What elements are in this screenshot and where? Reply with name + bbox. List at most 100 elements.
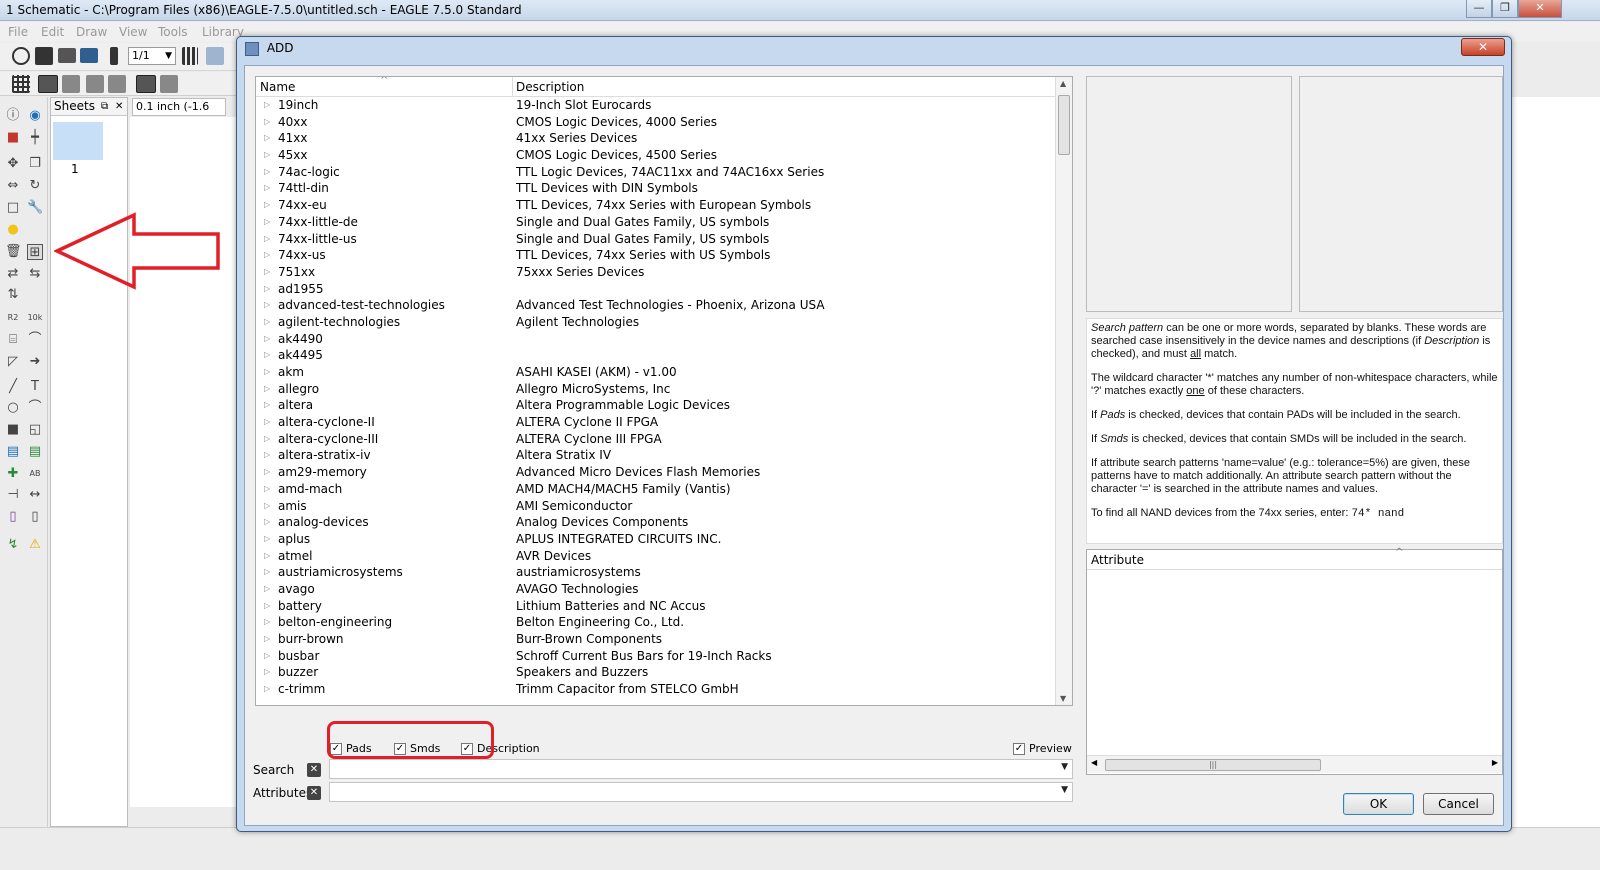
wire-icon[interactable]: ╱ xyxy=(5,379,21,395)
library-row[interactable]: ▷ analog-devices Analog Devices Components xyxy=(256,514,1056,531)
mark-icon[interactable]: ┿ xyxy=(27,130,43,146)
window-layout-4-icon[interactable] xyxy=(136,75,156,93)
expand-arrow-icon[interactable]: ▷ xyxy=(264,447,270,464)
attribute-hscrollbar[interactable]: ◀ ||| ▶ xyxy=(1087,755,1502,773)
library-row[interactable]: ▷ belton-engineering Belton Engineering Co… xyxy=(256,614,1056,631)
attribute-column-header[interactable]: Attribute ^ xyxy=(1087,547,1502,570)
library-row[interactable]: ▷ austriamicrosystems austriamicrosystems xyxy=(256,564,1056,581)
library-row[interactable]: ▷ 751xx 75xxx Series Devices xyxy=(256,264,1056,281)
hscroll-thumb[interactable]: ||| xyxy=(1105,759,1321,771)
library-row[interactable]: ▷ altera-cyclone-III ALTERA Cyclone III FP… xyxy=(256,431,1056,448)
library-row[interactable]: ▷ 40xx CMOS Logic Devices, 4000 Series xyxy=(256,114,1056,131)
expand-arrow-icon[interactable]: ▷ xyxy=(264,648,270,665)
junction-icon[interactable]: ✚ xyxy=(5,466,21,482)
scroll-thumb[interactable] xyxy=(1058,95,1070,155)
attribute-table[interactable]: Attribute ^ ◀ ||| ▶ xyxy=(1086,547,1503,775)
expand-arrow-icon[interactable]: ▷ xyxy=(264,431,270,448)
library-row[interactable]: ▷ 74ttl-din TTL Devices with DIN Symbols xyxy=(256,180,1056,197)
library-row[interactable]: ▷ amd-mach AMD MACH4/MACH5 Family (Vantis) xyxy=(256,481,1056,498)
library-row[interactable]: ▷ 74xx-eu TTL Devices, 74xx Series with Eu… xyxy=(256,197,1056,214)
menu-draw[interactable]: Draw xyxy=(76,25,107,39)
menu-tools[interactable]: Tools xyxy=(158,25,188,39)
scroll-left-icon[interactable]: ◀ xyxy=(1091,758,1097,767)
arc-icon[interactable]: ⌒ xyxy=(27,400,43,416)
library-row[interactable]: ▷ am29-memory Advanced Micro Devices Flash… xyxy=(256,464,1056,481)
value-icon[interactable]: 10k xyxy=(27,310,43,326)
menu-view[interactable]: View xyxy=(119,25,147,39)
column-separator[interactable] xyxy=(512,77,513,97)
library-row[interactable]: ▷ amis AMI Semiconductor xyxy=(256,498,1056,515)
library-row[interactable]: ▷ allegro Allegro MicroSystems, Inc xyxy=(256,381,1056,398)
expand-arrow-icon[interactable]: ▷ xyxy=(264,464,270,481)
minimize-button[interactable]: — xyxy=(1466,0,1492,18)
expand-arrow-icon[interactable]: ▷ xyxy=(264,297,270,314)
ok-button[interactable]: OK xyxy=(1343,793,1414,815)
library-row[interactable]: ▷ avago AVAGO Technologies xyxy=(256,581,1056,598)
menu-file[interactable]: File xyxy=(8,25,28,39)
sheet-thumbnail[interactable] xyxy=(53,122,103,160)
expand-arrow-icon[interactable]: ▷ xyxy=(264,147,270,164)
attributes-dropdown-icon[interactable]: ▼ xyxy=(1061,785,1068,795)
expand-arrow-icon[interactable]: ▷ xyxy=(264,414,270,431)
library-row[interactable]: ▷ ak4490 xyxy=(256,331,1056,348)
library-row[interactable]: ▷ 19inch 19-Inch Slot Eurocards xyxy=(256,97,1056,114)
bus-icon[interactable]: ▤ xyxy=(5,444,21,460)
script-run-icon[interactable] xyxy=(206,47,224,65)
expand-arrow-icon[interactable]: ▷ xyxy=(264,281,270,298)
change-icon[interactable]: 🔧 xyxy=(27,200,43,216)
column-name[interactable]: Name xyxy=(260,80,295,94)
cam-icon[interactable] xyxy=(80,48,98,63)
expand-arrow-icon[interactable]: ▷ xyxy=(264,514,270,531)
library-row[interactable]: ▷ 74xx-little-us Single and Dual Gates Fam… xyxy=(256,231,1056,248)
text-icon[interactable]: T xyxy=(27,379,43,395)
save-icon[interactable] xyxy=(35,47,53,65)
close-icon[interactable]: ✕ xyxy=(115,98,123,115)
expand-arrow-icon[interactable]: ▷ xyxy=(264,614,270,631)
expand-arrow-icon[interactable]: ▷ xyxy=(264,180,270,197)
library-row[interactable]: ▷ advanced-test-technologies Advanced Test… xyxy=(256,297,1056,314)
rotate-icon[interactable]: ↻ xyxy=(27,178,43,194)
module-icon[interactable]: ▯ xyxy=(27,509,43,525)
expand-arrow-icon[interactable]: ▷ xyxy=(264,347,270,364)
search-dropdown-icon[interactable]: ▼ xyxy=(1061,762,1068,772)
close-button[interactable]: ✕ xyxy=(1518,0,1562,18)
name-icon[interactable]: R2 xyxy=(5,310,21,326)
expand-arrow-icon[interactable]: ▷ xyxy=(264,231,270,248)
frame-icon[interactable]: ▯ xyxy=(5,509,21,525)
list-scrollbar[interactable]: ▲ ▼ xyxy=(1055,77,1072,705)
attribute-icon[interactable]: ⊣ xyxy=(5,487,21,503)
library-row[interactable]: ▷ burr-brown Burr-Brown Components xyxy=(256,631,1056,648)
info-icon[interactable]: ⓘ xyxy=(5,108,21,124)
polygon-icon[interactable]: ◱ xyxy=(27,422,43,438)
delete-icon[interactable]: 🗑 xyxy=(5,244,22,260)
library-row[interactable]: ▷ ak4495 xyxy=(256,347,1056,364)
expand-arrow-icon[interactable]: ▷ xyxy=(264,631,270,648)
expand-arrow-icon[interactable]: ▷ xyxy=(264,381,270,398)
scroll-right-icon[interactable]: ▶ xyxy=(1492,758,1498,767)
expand-arrow-icon[interactable]: ▷ xyxy=(264,598,270,615)
group-icon[interactable]: □ xyxy=(5,200,21,216)
schematic-canvas-right[interactable] xyxy=(1510,97,1600,827)
column-description[interactable]: Description xyxy=(516,80,584,94)
expand-arrow-icon[interactable]: ▷ xyxy=(264,331,270,348)
erc-icon[interactable]: ↯ xyxy=(5,537,21,553)
sheet-zoom-select[interactable]: 1/1 ▼ xyxy=(128,47,176,65)
print-icon[interactable] xyxy=(58,48,76,63)
expand-arrow-icon[interactable]: ▷ xyxy=(264,214,270,231)
preview-checkbox[interactable]: ✓ xyxy=(1013,743,1025,755)
window-layout-icon[interactable] xyxy=(62,75,80,93)
replace-icon[interactable]: ⇆ xyxy=(27,266,43,282)
expand-arrow-icon[interactable]: ▷ xyxy=(264,130,270,147)
window-layout-3-icon[interactable] xyxy=(108,75,126,93)
library-row[interactable]: ▷ altera Altera Programmable Logic Devices xyxy=(256,397,1056,414)
dimension-icon[interactable]: ↔ xyxy=(27,487,43,503)
rect-icon[interactable]: ■ xyxy=(5,422,21,438)
library-row[interactable]: ▷ 41xx 41xx Series Devices xyxy=(256,130,1056,147)
grid-bars-icon[interactable] xyxy=(182,47,198,65)
expand-arrow-icon[interactable]: ▷ xyxy=(264,197,270,214)
gateswap-icon[interactable]: ⇅ xyxy=(5,287,21,303)
scroll-down-icon[interactable]: ▼ xyxy=(1060,694,1066,703)
library-row[interactable]: ▷ busbar Schroff Current Bus Bars for 19-I… xyxy=(256,648,1056,665)
library-row[interactable]: ▷ c-trimm Trimm Capacitor from STELCO GmbH xyxy=(256,681,1056,698)
move-icon[interactable]: ✥ xyxy=(5,156,21,172)
